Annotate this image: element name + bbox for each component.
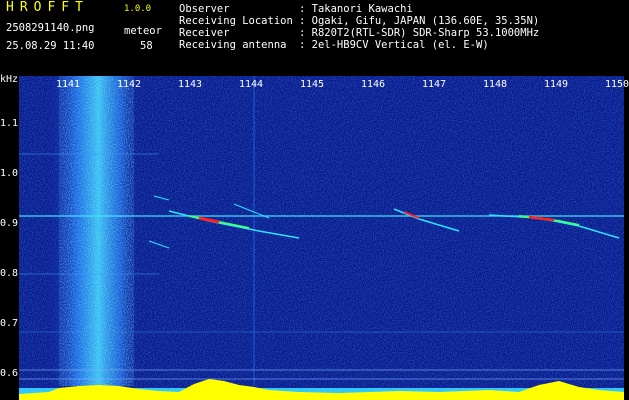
observer-value: : Takanori Kawachi xyxy=(299,3,413,15)
app-title: HROFFT xyxy=(6,0,89,15)
location-value: : Ogaki, Gifu, JAPAN (136.60E, 35.35N) xyxy=(299,15,540,27)
x-tick-label: 1146 xyxy=(360,79,386,90)
receiver-value: : R820T2(RTL-SDR) SDR-Sharp 53.1000MHz xyxy=(299,27,540,39)
location-label: Receiving Location xyxy=(179,15,293,27)
antenna-value: : 2el-HB9CV Vertical (el. E-W) xyxy=(299,39,489,51)
y-tick-label: 0.7 xyxy=(0,318,19,329)
x-tick-label: 1143 xyxy=(177,79,203,90)
timestamp: 25.08.29 11:40 xyxy=(6,40,95,52)
noise-band-texture xyxy=(59,76,134,386)
receiver-label: Receiver xyxy=(179,27,230,39)
header-panel: HROFFT 1.0.0 2508291140.png meteor 25.08… xyxy=(0,0,629,76)
meteor-count: 58 xyxy=(140,40,153,52)
x-tick-label: 1147 xyxy=(421,79,447,90)
y-tick-label: 1.1 xyxy=(0,118,19,129)
antenna-label: Receiving antenna xyxy=(179,39,287,51)
y-tick-label: 0.8 xyxy=(0,268,19,279)
x-tick-label: 1150 xyxy=(604,79,629,90)
spectrogram xyxy=(19,76,624,400)
y-tick-label: 0.6 xyxy=(0,368,19,379)
y-axis-unit: kHz xyxy=(0,74,19,85)
x-tick-label: 1142 xyxy=(116,79,142,90)
x-tick-label: 1144 xyxy=(238,79,264,90)
file-name: 2508291140.png xyxy=(6,22,95,34)
app-version: 1.0.0 xyxy=(124,4,152,14)
observer-label: Observer xyxy=(179,3,230,15)
x-tick-label: 1141 xyxy=(55,79,81,90)
category-label: meteor xyxy=(124,25,162,37)
y-tick-label: 0.9 xyxy=(0,218,19,229)
x-tick-label: 1148 xyxy=(482,79,508,90)
y-tick-label: 1.0 xyxy=(0,168,19,179)
x-tick-label: 1149 xyxy=(543,79,569,90)
x-tick-label: 1145 xyxy=(299,79,325,90)
